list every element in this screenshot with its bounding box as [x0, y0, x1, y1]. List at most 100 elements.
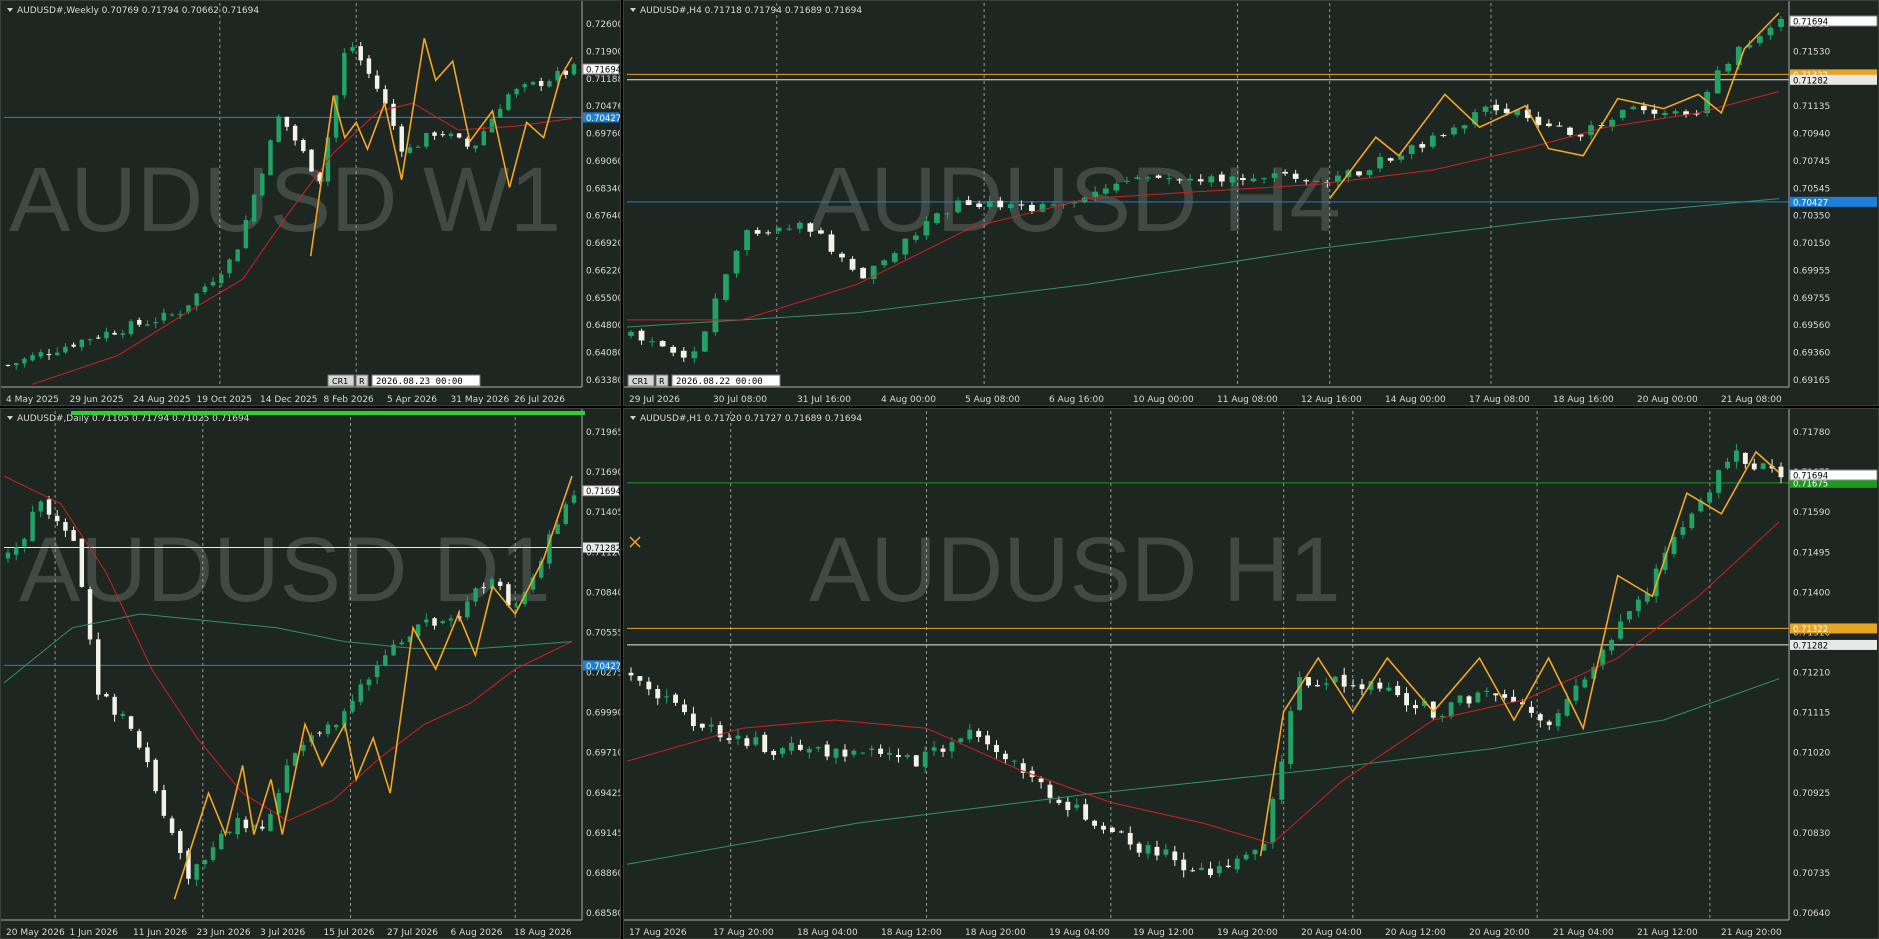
price-tick: 0.63380 [586, 376, 621, 386]
price-tick: 0.70735 [1793, 869, 1830, 879]
candle-body [1092, 191, 1099, 197]
chart-header: AUDUSD#,Weekly 0.70769 0.71794 0.70662 0… [17, 6, 259, 16]
candle-body [30, 355, 35, 361]
candle-body [227, 259, 232, 274]
dropdown-triangle-icon[interactable] [630, 416, 636, 420]
candle-body [243, 819, 249, 829]
candle-body [649, 341, 655, 343]
candle-body [780, 748, 785, 754]
level-tag-text: 0.70427 [586, 114, 621, 124]
chart-pane-h1[interactable]: AUDUSD H10.717800.716750.715900.714950.7… [623, 408, 1879, 939]
candle-body [1356, 171, 1362, 176]
candle-body [638, 330, 645, 341]
candle-body [145, 324, 150, 326]
candle-body [22, 358, 27, 364]
candle-body [670, 346, 677, 353]
candle-body [235, 817, 240, 835]
chart-pane-h4[interactable]: AUDUSD H40.717350.715300.713300.711350.7… [623, 0, 1879, 406]
candle-body [342, 711, 347, 726]
candle-body [887, 752, 892, 755]
candle-body [38, 352, 44, 357]
candle-body [1609, 640, 1615, 651]
candle-body [1377, 682, 1383, 689]
candle-body [1546, 721, 1552, 726]
candle-body [301, 744, 306, 751]
price-tick: 0.68580 [586, 909, 621, 919]
dropdown-triangle-icon[interactable] [7, 8, 13, 12]
candle-body [1155, 175, 1162, 178]
time-tick: 18 Aug 12:00 [881, 928, 942, 938]
price-tick: 0.71135 [1793, 102, 1830, 112]
candle-body [1315, 684, 1320, 687]
price-tick: 0.70640 [1793, 909, 1830, 919]
time-tick: 5 Aug 08:00 [965, 395, 1020, 405]
candle-body [465, 601, 470, 618]
candle-body [1404, 693, 1410, 706]
candle-body [1136, 843, 1142, 853]
time-tick: 24 Aug 2025 [133, 395, 191, 405]
cursor-mode-label: CR1 [332, 377, 348, 386]
candle-body [1640, 105, 1647, 111]
candle-body [1451, 127, 1457, 135]
current-price-text: 0.71694 [586, 66, 621, 76]
chart-pane-daily[interactable]: AUDUSD D1 0.71965 0.71690 0.71405 0.71120 0.7… [0, 408, 621, 939]
candle-body [878, 748, 884, 754]
candle-body [744, 738, 750, 746]
candle-body [292, 125, 298, 141]
chart-header: AUDUSD#,H4 0.71718 0.71794 0.71689 0.716… [640, 6, 862, 16]
candle-body [976, 730, 982, 738]
candle-body [955, 200, 961, 213]
candle-body [733, 250, 740, 274]
candle-body [219, 833, 224, 850]
time-tick: 21 Aug 12:00 [1637, 928, 1698, 938]
candle-body [1011, 760, 1017, 762]
candle-body [828, 234, 835, 252]
candle-body [1707, 492, 1713, 503]
time-tick: 27 Jul 2026 [387, 928, 438, 938]
price-tick: 0.68340 [586, 184, 621, 194]
time-tick: 14 Dec 2025 [260, 395, 318, 405]
time-tick: 20 Aug 04:00 [1301, 928, 1362, 938]
chart-header: AUDUSD#,H1 0.71720 0.71727 0.71689 0.716… [640, 414, 862, 424]
candle-body [374, 75, 380, 89]
time-tick: 17 Aug 20:00 [713, 928, 774, 938]
candle-body [1154, 846, 1160, 856]
chart-pane-weekly[interactable]: AUDUSD W1 0.72600 0.71900 0.71188 0.70476 0.6… [0, 0, 621, 406]
time-tick: 10 Aug 00:00 [1133, 395, 1194, 405]
candle-body [128, 716, 134, 729]
candle-body [235, 249, 240, 262]
cursor-mode-label: CR1 [632, 377, 648, 386]
candle-body [251, 194, 257, 222]
price-tick: 0.65500 [586, 294, 621, 304]
candle-body [71, 344, 76, 347]
dropdown-triangle-icon[interactable] [630, 8, 636, 12]
candle-body [842, 749, 848, 757]
chart-h1: AUDUSD H10.717800.716750.715900.714950.7… [624, 409, 1878, 938]
candle-body [762, 734, 768, 753]
candle-body [145, 747, 150, 763]
time-tick: 6 Aug 16:00 [1049, 395, 1104, 405]
candle-body [1252, 849, 1258, 855]
candle-body [1714, 70, 1721, 94]
candle-body [1760, 463, 1766, 469]
candle-body [1092, 820, 1097, 826]
level-tag-text: 0.71282 [1793, 641, 1828, 651]
candle-body [169, 314, 175, 316]
candle-body [1187, 178, 1194, 181]
candle-body [128, 321, 134, 335]
price-tick: 0.71590 [1793, 508, 1830, 518]
level-tag-text: 0.70427 [1793, 198, 1828, 208]
candle-body [1007, 204, 1014, 209]
dropdown-triangle-icon[interactable] [7, 416, 13, 420]
candle-body [1123, 180, 1130, 182]
time-tick: 14 Aug 00:00 [1385, 395, 1446, 405]
cursor-reset-label: R [659, 377, 665, 386]
candle-body [260, 826, 265, 829]
candle-body [1282, 171, 1289, 174]
chart-watermark: AUDUSD W1 [9, 149, 561, 251]
candle-body [1408, 145, 1415, 154]
price-tick: 0.70925 [1793, 789, 1830, 799]
candle-body [497, 108, 503, 118]
candle-body [506, 94, 511, 110]
candle-body [1118, 831, 1124, 833]
